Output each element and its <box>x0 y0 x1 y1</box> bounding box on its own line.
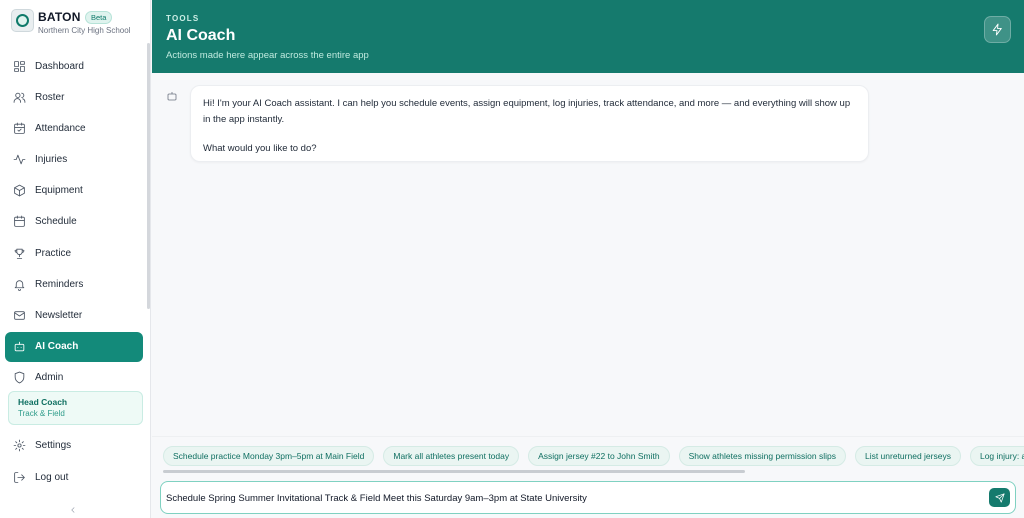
role-card: Head Coach Track & Field <box>8 391 143 425</box>
sidebar-item-label: Attendance <box>35 122 86 134</box>
sidebar-item-newsletter[interactable]: Newsletter <box>5 301 143 331</box>
page-header: TOOLS AI Coach Actions made here appear … <box>152 0 1024 73</box>
suggestion-chip[interactable]: Schedule practice Monday 3pm–5pm at Main… <box>163 446 375 466</box>
gear-icon <box>13 439 26 452</box>
sidebar: BATON Beta Northern City High School Das… <box>0 0 151 518</box>
sidebar-item-label: Injuries <box>35 154 68 166</box>
chevron-left-icon <box>71 507 75 513</box>
calendar-check-icon <box>14 122 25 134</box>
suggestion-chips: Schedule practice Monday 3pm–5pm at Main… <box>163 446 1024 466</box>
sidebar-item-label: Log out <box>35 472 69 484</box>
sidebar-item-label: Newsletter <box>35 310 83 321</box>
sidebar-item-dashboard[interactable]: Dashboard <box>5 51 143 81</box>
suggestion-chip[interactable]: Assign jersey #22 to John Smith <box>528 446 670 466</box>
sidebar-item-admin[interactable]: Admin <box>5 363 143 393</box>
header-eyebrow: TOOLS <box>166 14 200 23</box>
suggestion-chip[interactable]: Mark all athletes present today <box>383 446 520 466</box>
sidebar-item-equipment[interactable]: Equipment <box>5 176 143 206</box>
sidebar-item-injuries[interactable]: Injuries <box>5 145 143 175</box>
message-text: Hi! I'm your AI Coach assistant. I can h… <box>203 98 851 125</box>
sidebar-item-label: Settings <box>35 440 72 451</box>
suggestions-bar: Schedule practice Monday 3pm–5pm at Main… <box>152 436 1024 482</box>
sidebar-item-label: Roster <box>35 91 65 103</box>
sidebar-nav: Dashboard Roster Attendance Injuries Equ… <box>5 51 143 394</box>
role-team: Track & Field <box>18 409 65 418</box>
send-icon <box>994 492 1005 503</box>
box-icon <box>14 184 25 197</box>
sidebar-scrollbar[interactable] <box>147 43 150 309</box>
page-title: AI Coach <box>166 27 236 44</box>
beta-badge: Beta <box>85 11 113 24</box>
sidebar-item-label: Practice <box>35 247 72 259</box>
suggestion-chip[interactable]: Log injury: a <box>969 446 1024 466</box>
assistant-message: Hi! I'm your AI Coach assistant. I can h… <box>190 85 869 162</box>
sidebar-bottom-nav: Settings Log out <box>5 430 143 494</box>
school-logo-icon <box>11 9 34 32</box>
bot-avatar-icon <box>166 89 178 101</box>
mail-icon <box>14 311 25 320</box>
suggestions-scrollbar[interactable] <box>163 470 745 473</box>
sidebar-item-settings[interactable]: Settings <box>5 430 143 461</box>
calendar-icon <box>14 216 25 228</box>
sidebar-item-label: Reminders <box>35 278 84 290</box>
chat-area: Hi! I'm your AI Coach assistant. I can h… <box>152 73 1024 436</box>
message-text: What would you like to do? <box>203 143 317 154</box>
suggestion-chip[interactable]: List unreturned jerseys <box>854 446 961 466</box>
sidebar-item-label: Admin <box>35 372 64 384</box>
quick-actions-button[interactable] <box>984 16 1011 43</box>
chat-composer <box>160 481 1016 514</box>
sidebar-item-schedule[interactable]: Schedule <box>5 207 143 237</box>
sidebar-item-roster[interactable]: Roster <box>5 82 143 112</box>
brand-name: BATON <box>38 10 81 24</box>
dashboard-icon <box>14 60 25 72</box>
logout-icon <box>14 472 25 483</box>
sidebar-item-practice[interactable]: Practice <box>5 238 143 268</box>
trophy-icon <box>14 248 25 259</box>
send-button[interactable] <box>989 488 1010 507</box>
sidebar-item-label: Dashboard <box>35 60 84 72</box>
shield-icon <box>14 372 25 384</box>
collapse-sidebar-button[interactable] <box>68 502 82 514</box>
suggestion-chip[interactable]: Show athletes missing permission slips <box>678 446 846 466</box>
sidebar-item-label: Equipment <box>35 185 83 197</box>
sidebar-item-label: Schedule <box>35 216 77 228</box>
page-subtitle: Actions made here appear across the enti… <box>166 50 369 61</box>
sidebar-item-label: AI Coach <box>35 341 79 353</box>
chat-input[interactable] <box>166 489 976 507</box>
sidebar-item-ai-coach[interactable]: AI Coach <box>5 331 143 362</box>
school-name: Northern City High School <box>38 26 131 35</box>
bell-icon <box>14 280 25 291</box>
sidebar-item-logout[interactable]: Log out <box>5 462 143 493</box>
users-icon <box>13 92 26 103</box>
role-title: Head Coach <box>18 397 68 407</box>
brand[interactable]: BATON Beta Northern City High School <box>11 8 149 38</box>
activity-icon <box>13 154 26 165</box>
sidebar-item-reminders[interactable]: Reminders <box>5 269 143 299</box>
sidebar-item-attendance[interactable]: Attendance <box>5 113 143 143</box>
bot-icon <box>14 341 25 352</box>
lightning-icon <box>992 23 1002 36</box>
